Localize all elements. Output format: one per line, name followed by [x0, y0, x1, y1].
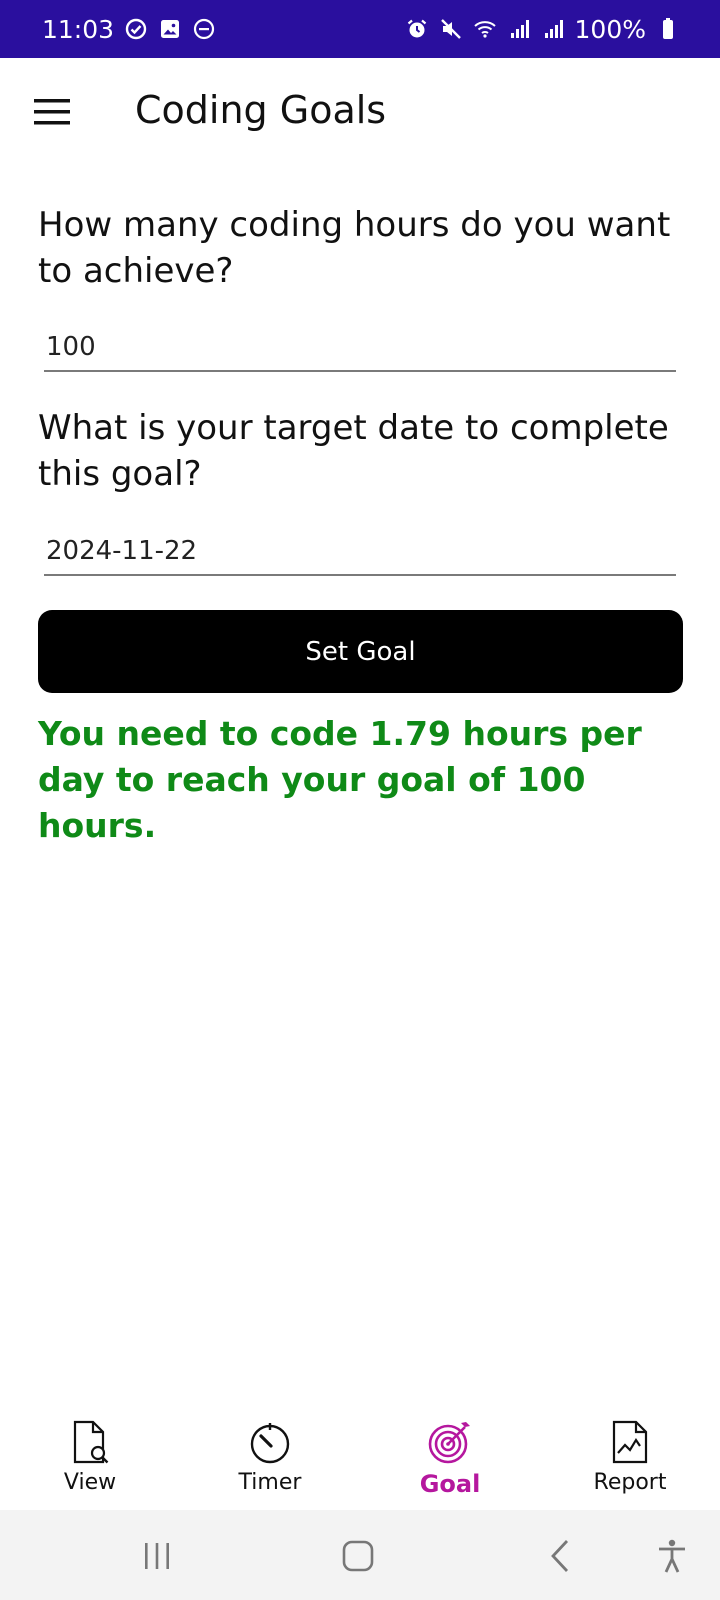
page-title: Coding Goals	[135, 88, 387, 132]
battery-percent: 100%	[574, 14, 646, 44]
mute-icon	[439, 17, 463, 41]
app-bar: Coding Goals	[0, 58, 720, 168]
status-bar: 11:03 100%	[0, 0, 720, 58]
alarm-icon	[405, 17, 429, 41]
gallery-icon	[158, 17, 182, 41]
nav-item-report[interactable]: Report	[540, 1400, 720, 1510]
nav-label: Report	[593, 1470, 667, 1495]
hamburger-menu-icon[interactable]	[26, 86, 78, 138]
set-goal-button[interactable]: Set Goal	[38, 610, 683, 693]
nav-label: Goal	[419, 1470, 481, 1498]
battery-icon	[656, 17, 680, 41]
nav-item-view[interactable]: View	[0, 1400, 180, 1510]
goal-result-message: You need to code 1.79 hours per day to r…	[38, 714, 642, 845]
target-date-input[interactable]	[44, 528, 676, 576]
timer-icon	[246, 1418, 294, 1466]
home-icon[interactable]	[334, 1532, 382, 1580]
wifi-icon	[473, 17, 497, 41]
check-circle-icon	[124, 17, 148, 41]
target-icon	[426, 1418, 474, 1466]
date-question-label: What is your target date to complete thi…	[38, 408, 669, 494]
recent-apps-icon[interactable]	[133, 1532, 181, 1580]
hours-input[interactable]	[44, 324, 676, 372]
back-icon[interactable]	[538, 1532, 586, 1580]
hours-question-label: How many coding hours do you want to ach…	[38, 205, 671, 291]
bottom-navigation: View Timer Goal Report	[0, 1400, 720, 1510]
document-search-icon	[66, 1418, 114, 1466]
report-chart-icon	[606, 1418, 654, 1466]
nav-label: View	[63, 1470, 117, 1495]
do-not-disturb-icon	[192, 17, 216, 41]
signal-icon	[507, 17, 531, 41]
nav-label: Timer	[238, 1470, 302, 1495]
status-time: 11:03	[42, 14, 115, 44]
status-left: 11:03	[42, 15, 216, 44]
signal-icon	[541, 17, 565, 41]
nav-item-timer[interactable]: Timer	[180, 1400, 360, 1510]
system-navigation-bar	[0, 1510, 720, 1600]
accessibility-icon[interactable]	[648, 1532, 696, 1580]
status-right: 100%	[405, 15, 680, 44]
nav-item-goal[interactable]: Goal	[360, 1400, 540, 1510]
